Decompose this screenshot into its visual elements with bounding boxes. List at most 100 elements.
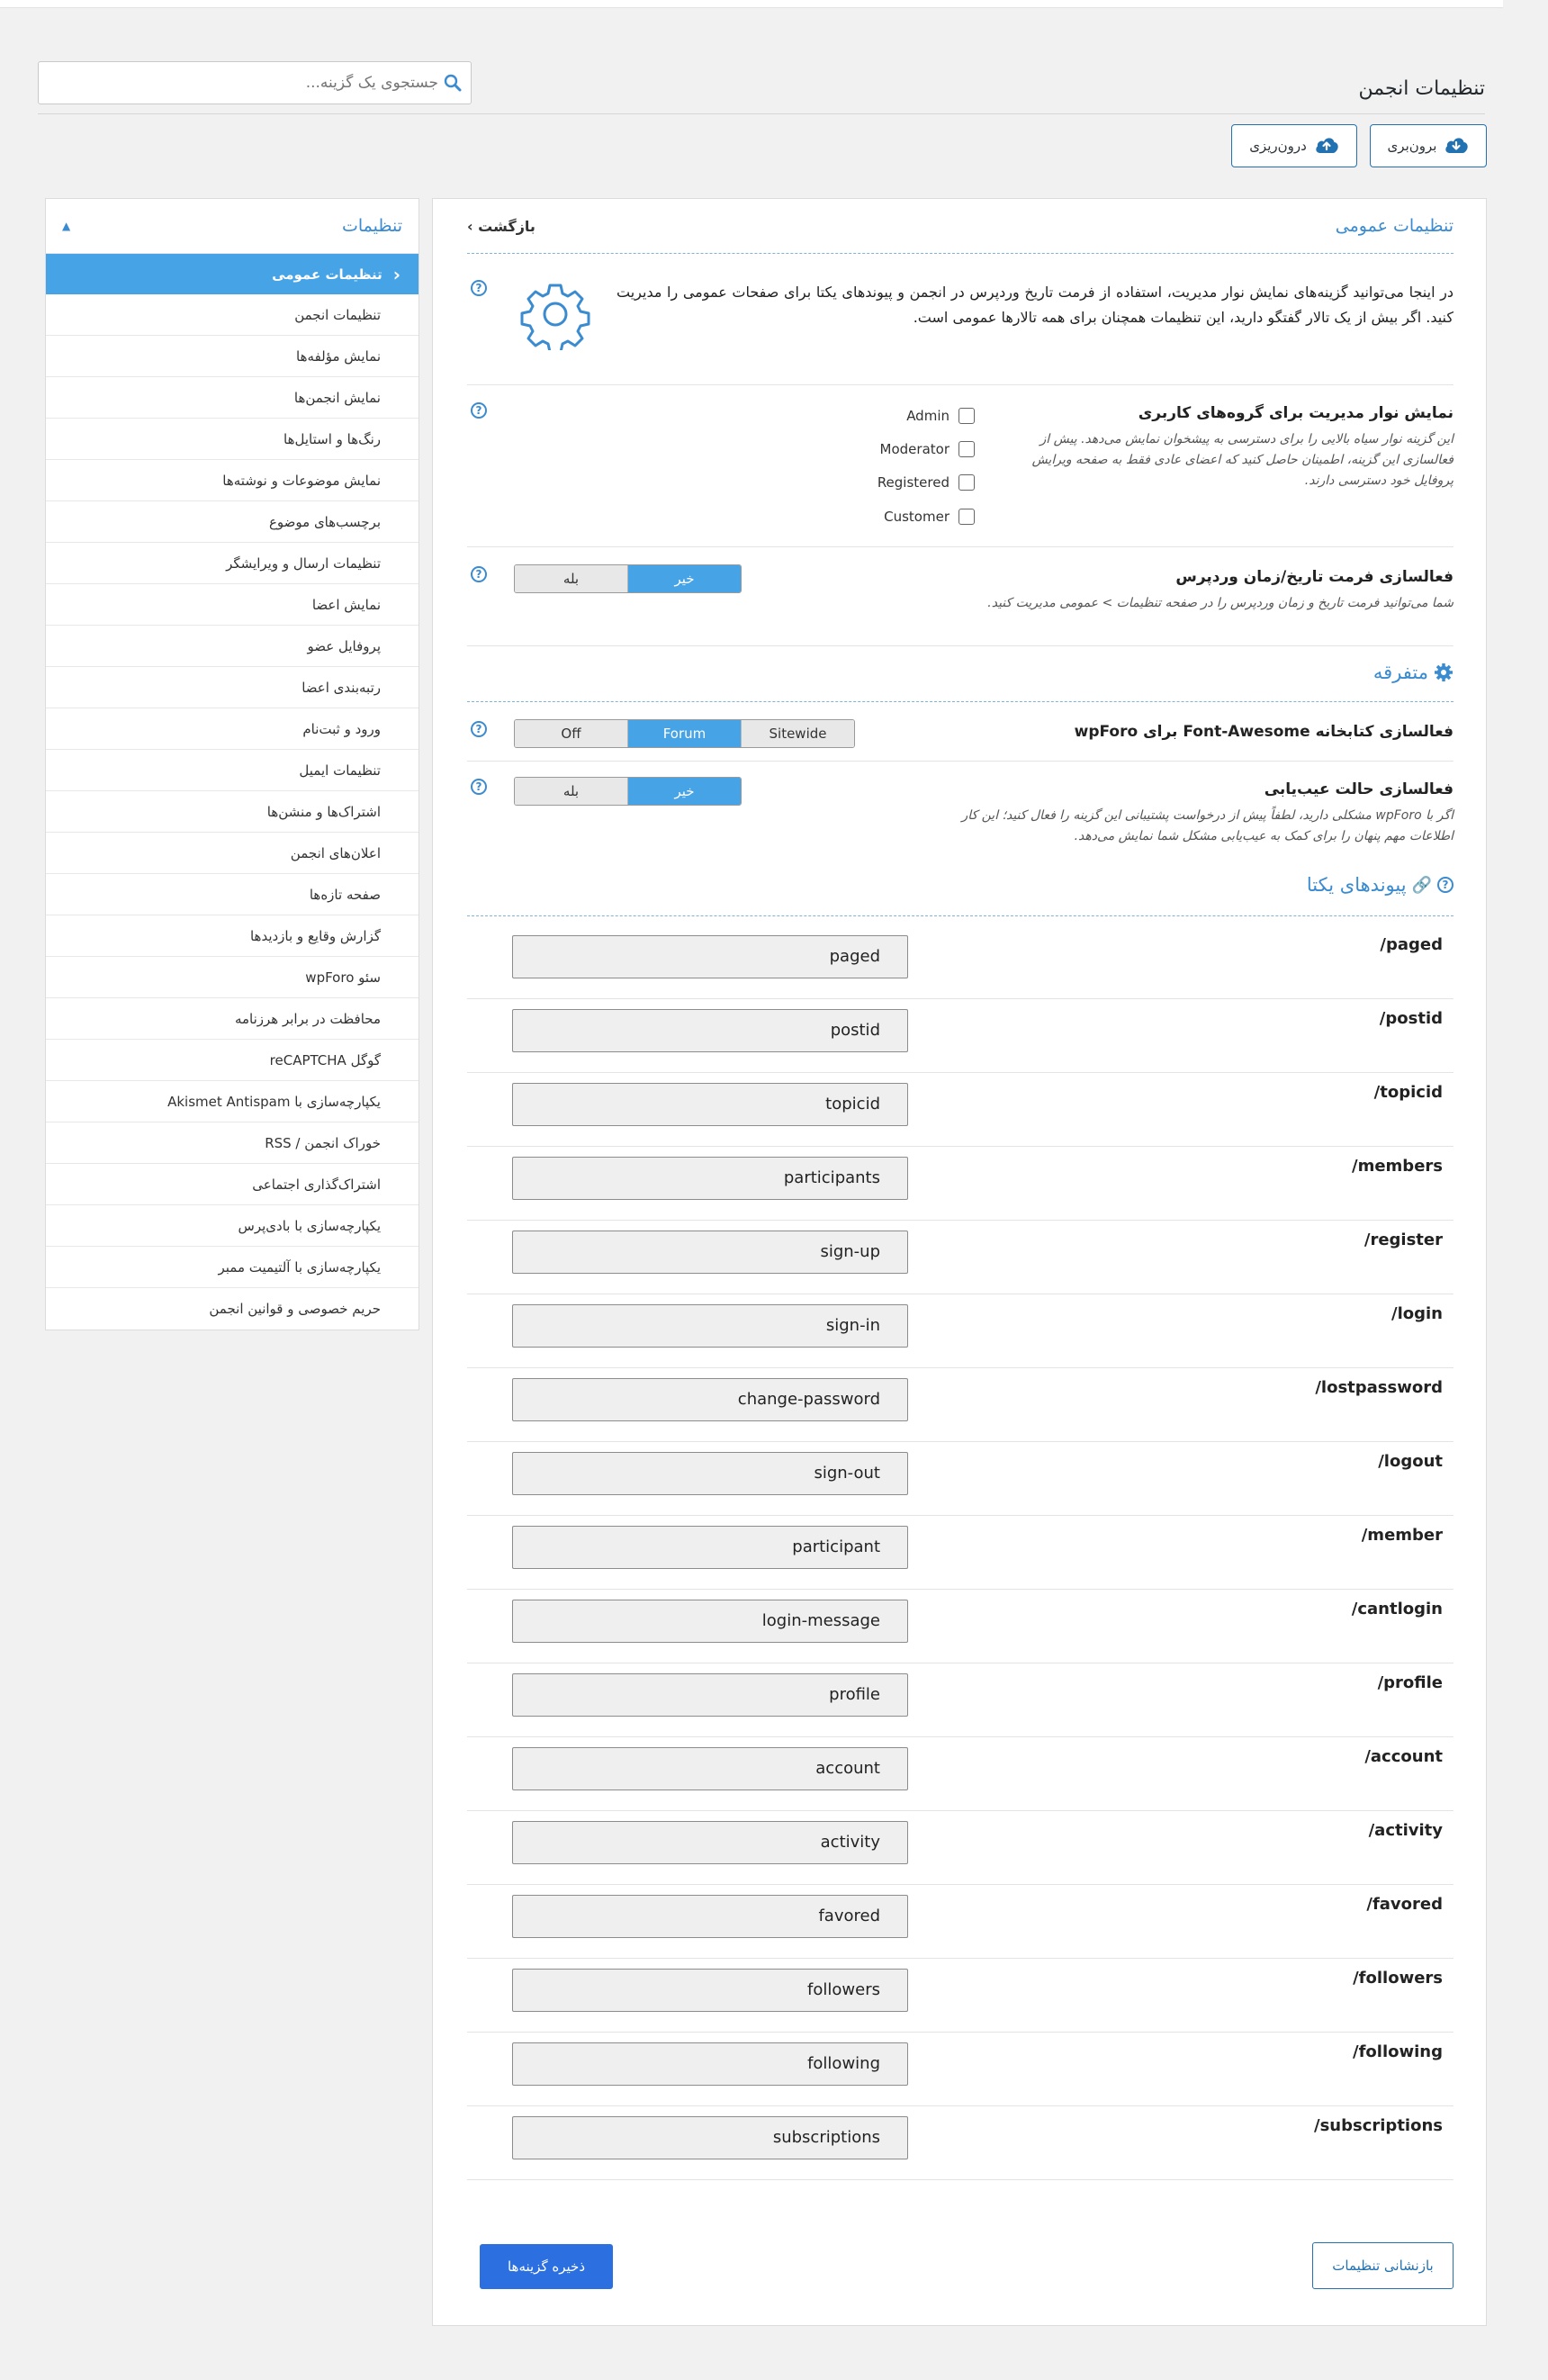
sidebar-item-posting[interactable]: تنظیمات ارسال و ویرایشگر [46,543,418,584]
checkbox[interactable] [958,474,975,491]
sidebar-item-seo[interactable]: سئو wpForo [46,957,418,998]
sidebar-item-styles[interactable]: رنگ‌ها و استایل‌ها [46,419,418,460]
sidebar-item-profile[interactable]: پروفایل عضو [46,626,418,667]
permalink-input[interactable]: participant [512,1526,908,1569]
sidebar-item-components[interactable]: نمایش مؤلفه‌ها [46,336,418,377]
sidebar-header[interactable]: تنظیمات ▲ [46,199,418,254]
help-icon[interactable]: ? [1437,877,1454,893]
sidebar-item-rss[interactable]: خوراک انجمن / RSS [46,1122,418,1164]
chevron-right-icon: › [467,217,473,235]
font-awesome-toggle[interactable]: Sitewide Forum Off [514,719,855,748]
sidebar-item-privacy[interactable]: حریم خصوصی و قوانین انجمن [46,1288,418,1329]
permalink-input[interactable]: change-password [512,1378,908,1421]
permalink-row-logout: /logout sign-out [467,1441,1454,1516]
permalink-input[interactable]: postid [512,1009,908,1052]
option-no[interactable]: خیر [627,565,741,592]
admin-bar-group-registered[interactable]: Registered [850,474,975,491]
checkbox[interactable] [958,509,975,525]
sidebar-title: تنظیمات [341,216,402,236]
admin-bar-group-admin[interactable]: Admin [850,408,975,424]
sidebar-item-buddypress[interactable]: یکپارچه‌سازی با بادی‌پرس [46,1205,418,1247]
sidebar-item-topics-posts[interactable]: نمایش موضوعات و نوشته‌ها [46,460,418,501]
sidebar-item-recent[interactable]: صفحه تازه‌ها [46,874,418,915]
sidebar-item-label: رتبه‌بندی اعضا [302,679,381,696]
sidebar-item-notifications[interactable]: اعلان‌های انجمن [46,833,418,874]
permalinks-section-title: ? 🔗 پیوندهای یکتا [1307,874,1454,896]
section-rule [467,701,1454,702]
group-label: Moderator [879,441,950,457]
export-button[interactable]: برون‌بری [1370,124,1487,167]
group-label: Registered [877,474,950,491]
sidebar-item-ultimate-member[interactable]: یکپارچه‌سازی با آلتیمیت ممبر [46,1247,418,1288]
sidebar-item-logging[interactable]: گزارش وقایع و بازدیدها [46,915,418,957]
permalink-input[interactable]: subscriptions [512,2116,908,2159]
reset-settings-button[interactable]: بازنشانی تنظیمات [1312,2242,1454,2289]
sidebar-item-label: نمایش مؤلفه‌ها [296,347,381,365]
search-box[interactable] [38,61,472,104]
sidebar-item-email[interactable]: تنظیمات ایمیل [46,750,418,791]
sidebar-item-antispam[interactable]: محافظت در برابر هرزنامه [46,998,418,1040]
checkbox[interactable] [958,441,975,457]
help-icon[interactable]: ? [471,280,487,296]
sidebar-item-label: اشتراک‌گذاری اجتماعی [252,1176,381,1193]
permalink-row-postid: /postid postid [467,998,1454,1073]
sidebar-item-label: نمایش انجمن‌ها [293,389,381,406]
debug-title: فعالسازی حالت عیب‌یابی [1264,780,1454,798]
sidebar-item-login-register[interactable]: ورود و ثبت‌نام [46,708,418,750]
sidebar-item-recaptcha[interactable]: گوگل reCAPTCHA [46,1040,418,1081]
debug-toggle[interactable]: خیر بله [514,777,742,806]
option-forum[interactable]: Forum [627,720,741,747]
sidebar-item-label: محافظت در برابر هرزنامه [234,1010,381,1027]
option-no[interactable]: خیر [627,778,741,805]
help-icon[interactable]: ? [471,721,487,737]
permalink-input[interactable]: favored [512,1895,908,1938]
permalink-key: /subscriptions [1314,2116,1443,2135]
permalink-input[interactable]: sign-out [512,1452,908,1495]
option-off[interactable]: Off [515,720,627,747]
save-options-button[interactable]: ذخیره گزینه‌ها [480,2244,613,2289]
import-button[interactable]: درون‌ریزی [1231,124,1357,167]
permalink-input[interactable]: paged [512,935,908,978]
permalink-input[interactable]: topicid [512,1083,908,1126]
collapse-arrow-icon[interactable]: ▲ [62,220,70,232]
permalink-input[interactable]: followers [512,1969,908,2012]
back-link[interactable]: بازگشت › [467,218,536,235]
permalink-input[interactable]: account [512,1747,908,1790]
sidebar-item-ratings[interactable]: رتبه‌بندی اعضا [46,667,418,708]
sidebar-item-label: تنظیمات انجمن [294,306,381,323]
help-icon[interactable]: ? [471,779,487,795]
permalink-input[interactable]: login-message [512,1600,908,1643]
help-icon[interactable]: ? [471,402,487,419]
permalink-key: /topicid [1373,1083,1443,1102]
checkbox[interactable] [958,408,975,424]
sidebar-item-forum[interactable]: تنظیمات انجمن [46,294,418,336]
search-icon [444,74,462,92]
sidebar-item-social[interactable]: اشتراک‌گذاری اجتماعی [46,1164,418,1205]
permalink-input[interactable]: activity [512,1821,908,1864]
title-divider [38,113,1485,114]
option-sitewide[interactable]: Sitewide [741,720,854,747]
permalink-input[interactable]: sign-up [512,1231,908,1274]
option-yes[interactable]: بله [515,778,627,805]
back-label: بازگشت [478,217,536,235]
group-label: Customer [884,509,950,525]
help-icon[interactable]: ? [471,566,487,582]
cog-icon [1435,663,1453,681]
admin-bar-desc: این گزینه نوار سیاه بالایی را برای دسترس… [1031,432,1454,488]
sidebar-item-label: ورود و ثبت‌نام [302,720,381,737]
option-yes[interactable]: بله [515,565,627,592]
sidebar-item-general[interactable]: ‹ تنظیمات عمومی [46,254,418,294]
sidebar-item-akismet[interactable]: یکپارچه‌سازی با Akismet Antispam [46,1081,418,1122]
sidebar-item-forums-display[interactable]: نمایش انجمن‌ها [46,377,418,419]
admin-bar-group-customer[interactable]: Customer [850,509,975,525]
admin-bar-group-moderator[interactable]: Moderator [850,441,975,457]
wp-date-toggle[interactable]: خیر بله [514,564,742,593]
permalink-input[interactable]: sign-in [512,1304,908,1348]
sidebar-item-subscriptions[interactable]: اشتراک‌ها و منشن‌ها [46,791,418,833]
search-input[interactable] [58,62,440,104]
permalink-input[interactable]: following [512,2042,908,2086]
sidebar-item-topic-tags[interactable]: برچسب‌های موضوع [46,501,418,543]
permalink-input[interactable]: participants [512,1157,908,1200]
sidebar-item-members[interactable]: نمایش اعضا [46,584,418,626]
permalink-input[interactable]: profile [512,1673,908,1717]
